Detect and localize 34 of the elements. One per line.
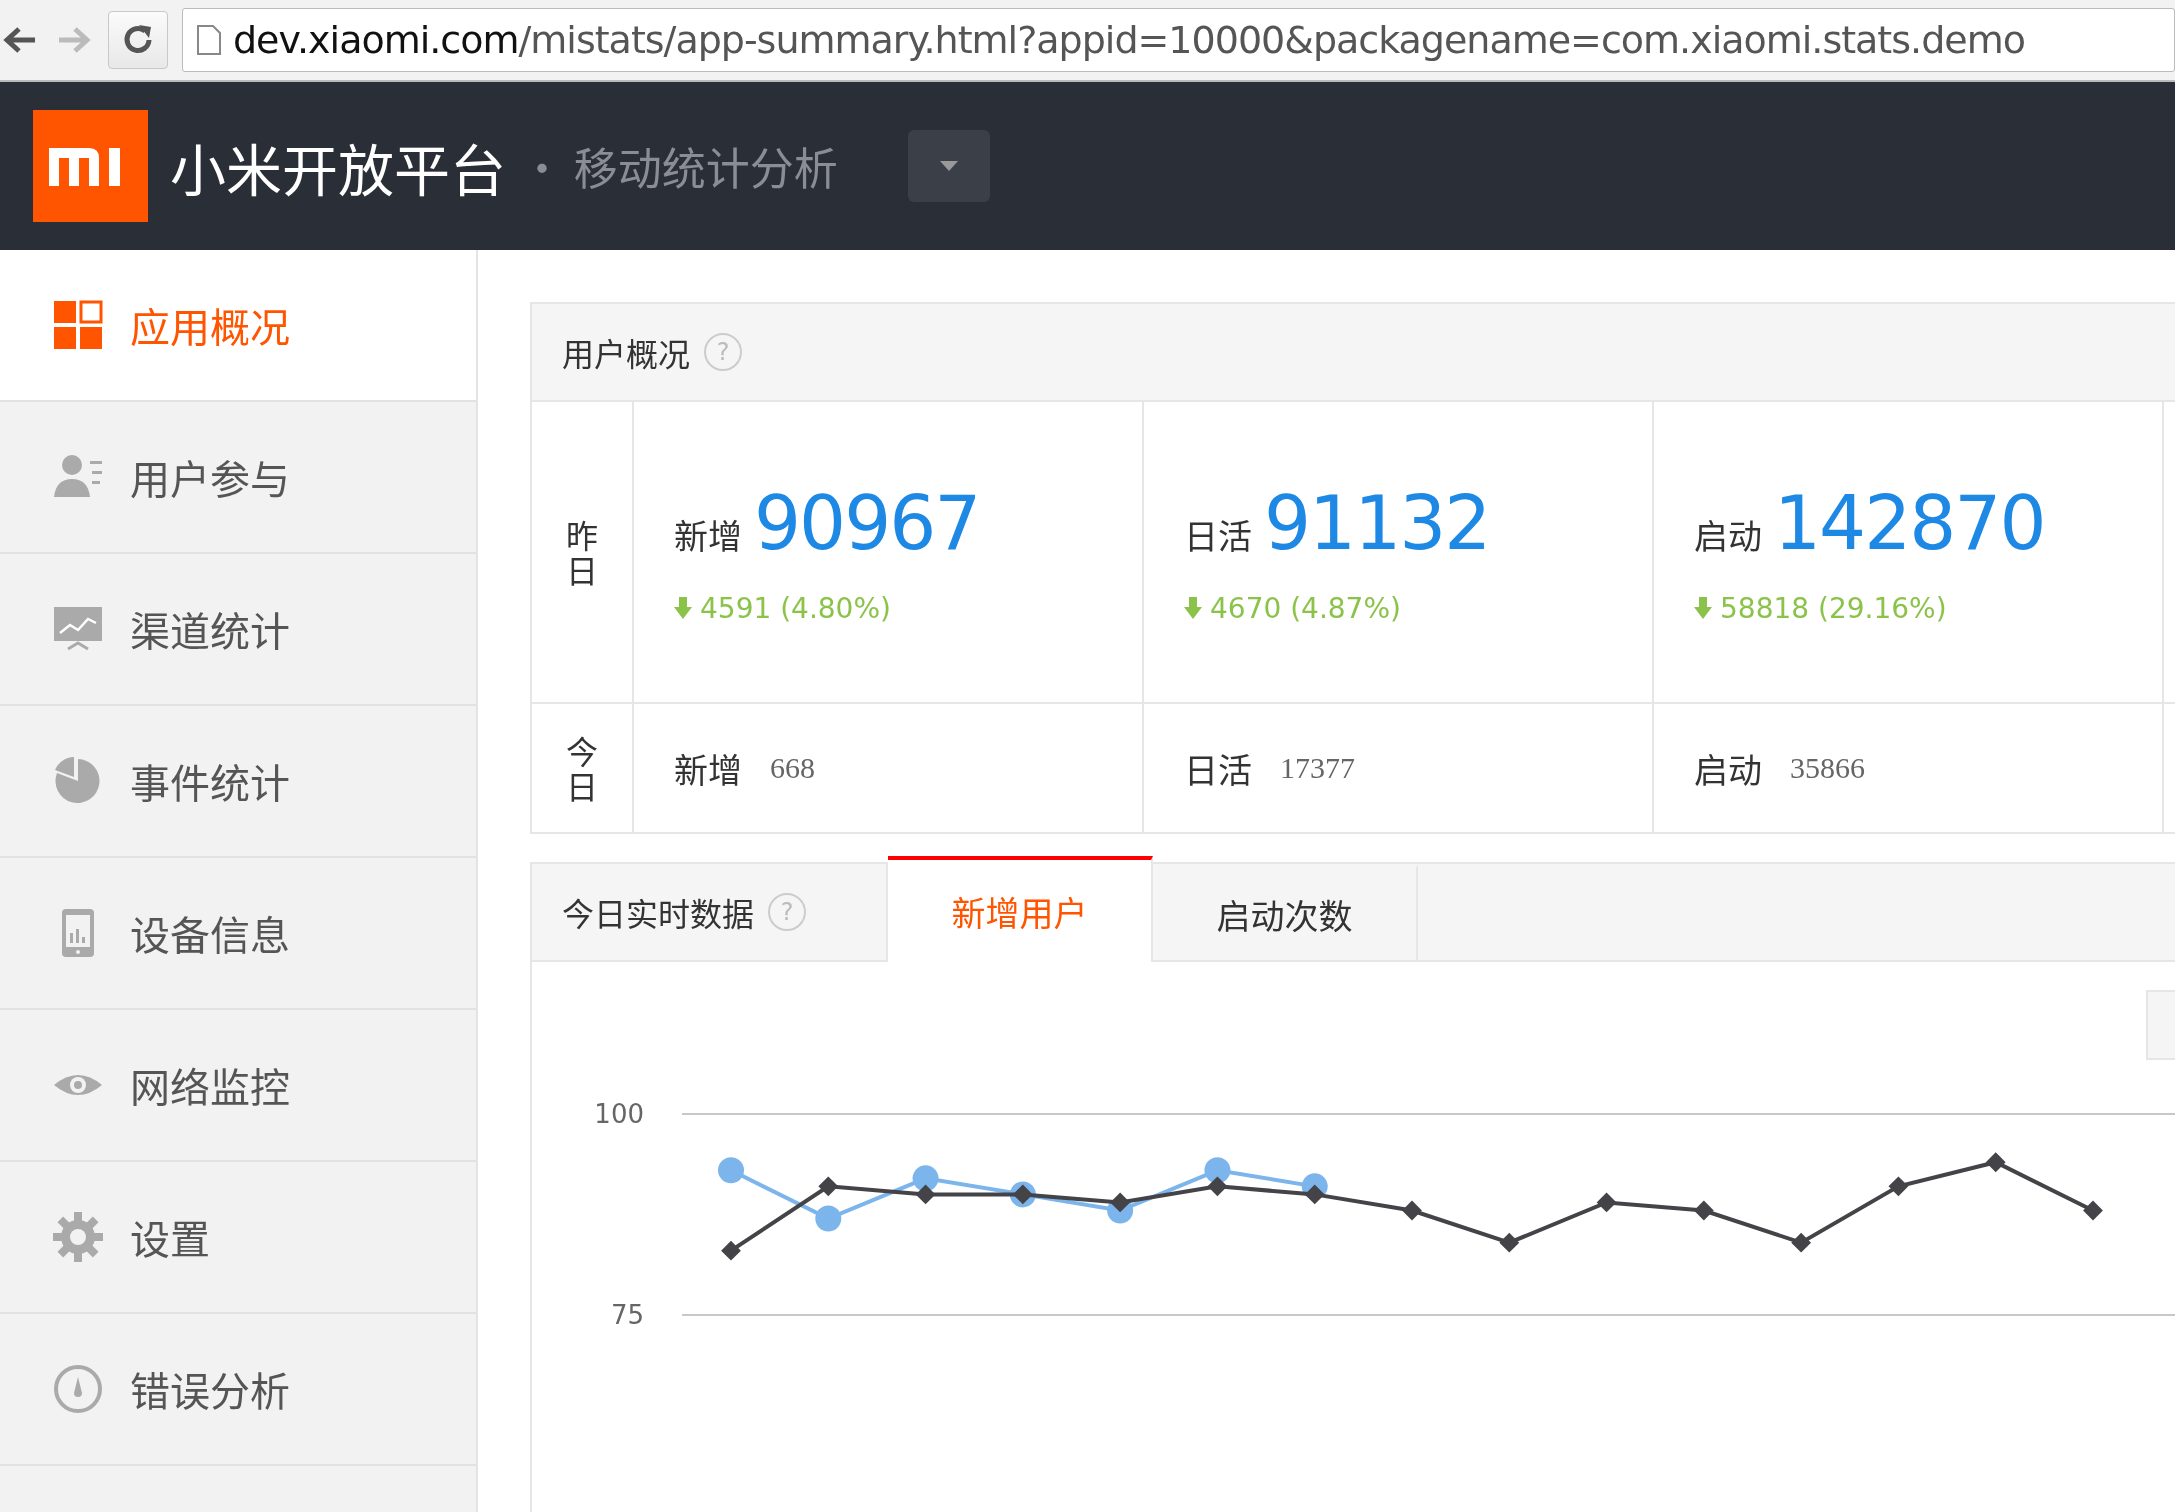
- panel-title: 用户概况: [562, 329, 690, 375]
- url-host: dev.xiaomi.com: [233, 18, 519, 62]
- metric-change: 4591 (4.80%): [700, 591, 891, 625]
- sidebar-label: 事件统计: [130, 752, 290, 810]
- sidebar-label: 用户参与: [130, 448, 290, 506]
- metric-value: 668: [770, 751, 815, 785]
- metric-value: 35866: [1790, 751, 1865, 785]
- sidebar-label: 渠道统计: [130, 600, 290, 658]
- metric-label: 日活: [1184, 509, 1252, 559]
- row-label: 今日: [566, 732, 598, 804]
- metric-label: 日活: [1184, 743, 1252, 793]
- metric-label: 启动: [1694, 743, 1762, 793]
- metric-label: 新增: [674, 509, 742, 559]
- sidebar-label: 设置: [130, 1208, 210, 1266]
- url-path: /mistats/app-summary.html?appid=10000&packagename=com.xiaomi.stats.demo: [518, 18, 2025, 62]
- panel-title: 今日实时数据: [562, 889, 754, 935]
- site-title: 小米开放平台: [170, 125, 506, 207]
- sidebar-label: 设备信息: [130, 904, 290, 962]
- metric-value: 90967: [754, 479, 980, 566]
- metric-change: 58818 (29.16%): [1720, 591, 1947, 625]
- metric-change: 4670 (4.87%): [1210, 591, 1401, 625]
- site-subtitle: · 移动统计分析: [520, 134, 838, 198]
- address-bar[interactable]: dev.xiaomi.com/mistats/app-summary.html?appid=10000&packagename=com.xiaomi.stats.demo: [182, 8, 2175, 72]
- metric-value: 17377: [1280, 751, 1355, 785]
- metric-label: 启动: [1694, 509, 1762, 559]
- metric-value: 142870: [1774, 479, 2045, 566]
- sidebar-label: 网络监控: [130, 1056, 290, 1114]
- row-label: 昨日: [566, 516, 598, 588]
- sidebar-label: 错误分析: [130, 1360, 290, 1418]
- metric-value: 91132: [1264, 479, 1490, 566]
- metric-label: 新增: [674, 743, 742, 793]
- y-axis-label: 75: [610, 1300, 644, 1330]
- sidebar-label: 应用概况: [130, 296, 290, 354]
- y-axis-label: 100: [594, 1099, 644, 1129]
